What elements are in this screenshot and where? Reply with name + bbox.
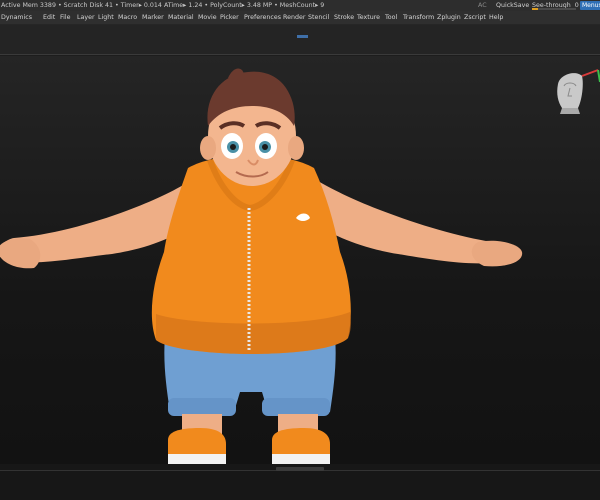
shelf-scroll-marker[interactable] <box>297 35 308 38</box>
menu-zplugin[interactable]: Zplugin <box>437 11 461 24</box>
menu-texture[interactable]: Texture <box>357 11 380 24</box>
right-shorts-hem <box>262 398 330 416</box>
hair-tuft <box>228 68 245 80</box>
bottom-shelf-handle[interactable] <box>276 467 324 471</box>
menu-material[interactable]: Material <box>168 11 194 24</box>
menu-edit[interactable]: Edit <box>43 11 55 24</box>
see-through-track[interactable] <box>532 8 576 10</box>
menu-macro[interactable]: Macro <box>118 11 137 24</box>
character-model[interactable] <box>0 56 600 464</box>
head-icon[interactable] <box>554 64 600 114</box>
menu-render[interactable]: Render <box>283 11 305 24</box>
left-ear <box>200 136 216 160</box>
menu-stroke[interactable]: Stroke <box>334 11 354 24</box>
ac-button[interactable]: AC <box>478 0 487 11</box>
menu-movie[interactable]: Movie <box>198 11 217 24</box>
see-through-fill <box>532 8 538 10</box>
shelf-divider <box>0 54 600 55</box>
right-hand[interactable] <box>471 240 523 267</box>
menu-dynamics[interactable]: Dynamics <box>1 11 32 24</box>
menu-stencil[interactable]: Stencil <box>308 11 329 24</box>
left-pupil <box>230 144 236 150</box>
menu-layer[interactable]: Layer <box>77 11 95 24</box>
right-ear <box>288 136 304 160</box>
menu-marker[interactable]: Marker <box>142 11 164 24</box>
top-shelf <box>0 25 600 55</box>
menu-light[interactable]: Light <box>98 11 114 24</box>
right-pupil <box>262 144 268 150</box>
menu-help[interactable]: Help <box>489 11 503 24</box>
stats-readout: Active Mem 3389 • Scratch Disk 41 • Time… <box>1 2 325 9</box>
left-shoe-sole <box>168 454 226 464</box>
menu-tool[interactable]: Tool <box>385 11 397 24</box>
canvas-viewport[interactable] <box>0 56 600 464</box>
title-bar: Active Mem 3389 • Scratch Disk 41 • Time… <box>0 0 600 11</box>
menu-picker[interactable]: Picker <box>220 11 239 24</box>
left-hand[interactable] <box>0 238 41 269</box>
bottom-bar <box>0 464 600 500</box>
menus-button[interactable]: Menus <box>580 1 600 10</box>
menu-zscript[interactable]: Zscript <box>464 11 486 24</box>
right-shoe-sole <box>272 454 330 464</box>
menu-transform[interactable]: Transform <box>403 11 434 24</box>
quicksave-button[interactable]: QuickSave <box>496 0 529 11</box>
menu-bar: Dynamics Edit File Layer Light Macro Mar… <box>0 11 600 25</box>
left-shorts-hem <box>168 398 236 416</box>
menu-preferences[interactable]: Preferences <box>244 11 281 24</box>
menu-file[interactable]: File <box>60 11 71 24</box>
